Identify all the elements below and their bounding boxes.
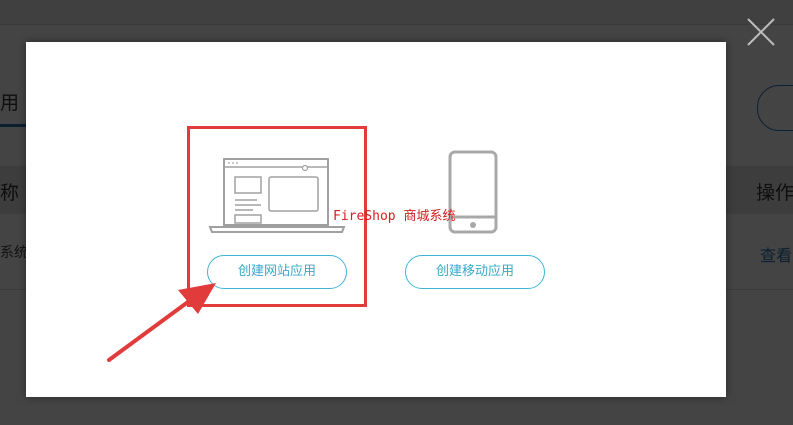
create-web-app-button[interactable]: 创建网站应用 xyxy=(207,255,347,289)
watermark-text: FireShop 商城系统 xyxy=(333,209,456,224)
create-mobile-app-button[interactable]: 创建移动应用 xyxy=(405,255,545,289)
annotation-arrow xyxy=(107,283,216,362)
laptop-icon xyxy=(208,158,346,233)
close-icon[interactable] xyxy=(745,16,777,48)
